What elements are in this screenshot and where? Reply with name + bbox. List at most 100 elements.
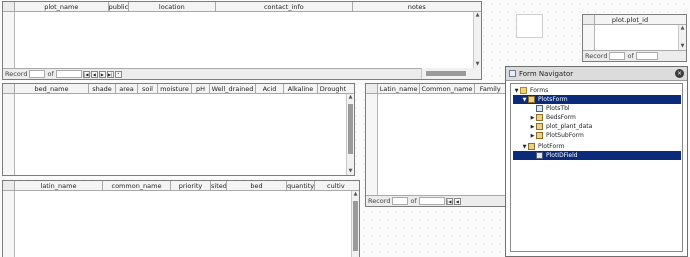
row-header-column[interactable] — [3, 94, 15, 175]
vertical-scrollbar[interactable]: ▲ ▼ — [473, 12, 481, 68]
last-record-button[interactable]: ▶| — [106, 70, 114, 78]
record-navigation-bar: Record of |◀ ◀ ▶ ▶| * — [3, 68, 421, 79]
plots-grid[interactable]: plot_name public location contact_info n… — [2, 1, 482, 80]
column-header[interactable]: soil — [138, 84, 158, 93]
chevron-right-icon[interactable]: ▶ — [529, 124, 536, 130]
scroll-up-icon[interactable]: ▲ — [679, 25, 686, 32]
tree-label: Forms — [530, 87, 549, 94]
form-icon — [528, 143, 535, 150]
tree-node-plotform[interactable]: ▼ PlotForm — [521, 142, 564, 151]
tree-label: PlotsTbl — [546, 105, 570, 112]
first-record-button[interactable]: |◀ — [445, 197, 453, 205]
column-header[interactable]: Common_name — [420, 84, 475, 93]
tree-node-plotidfield[interactable]: PlotIDField — [513, 151, 681, 160]
record-number-field[interactable] — [609, 52, 626, 60]
row-header-column[interactable] — [366, 94, 378, 195]
tree-node-plotsform[interactable]: ▼ PlotsForm — [513, 95, 681, 104]
row-selector-corner[interactable] — [3, 84, 15, 93]
row-selector-corner[interactable] — [3, 2, 15, 11]
plants-grid[interactable]: Latin_name Common_name Family Record of … — [365, 83, 507, 207]
navigator-title: Form Navigator — [519, 69, 574, 78]
next-record-button[interactable]: ▶ — [98, 70, 106, 78]
row-header-column[interactable] — [583, 25, 595, 50]
first-record-button[interactable]: |◀ — [82, 70, 90, 78]
vertical-scrollbar[interactable]: ▲ ▼ — [678, 25, 686, 50]
column-header[interactable]: pH — [192, 84, 210, 93]
column-header[interactable]: common_name — [103, 181, 171, 190]
row-selector-corner[interactable] — [366, 84, 378, 93]
scroll-down-icon[interactable]: ▼ — [347, 168, 354, 175]
column-header[interactable]: Drought — [318, 84, 348, 93]
tree-label: PlotForm — [538, 143, 565, 150]
row-selector-corner[interactable] — [3, 181, 15, 190]
record-label: Record — [585, 52, 608, 60]
grid-header: bed_name shade area soil moisture pH Wel… — [3, 84, 354, 94]
chevron-right-icon[interactable]: ▶ — [529, 133, 536, 139]
column-header[interactable]: Latin_name — [378, 84, 421, 93]
chevron-right-icon[interactable]: ▶ — [529, 115, 536, 121]
new-record-button[interactable]: * — [114, 70, 122, 78]
horizontal-scrollbar[interactable] — [421, 68, 481, 79]
column-header[interactable]: plot.plot_id — [595, 15, 665, 24]
chevron-down-icon[interactable]: ▼ — [521, 144, 528, 150]
column-header[interactable]: bed_name — [15, 84, 89, 93]
record-number-field[interactable] — [29, 70, 46, 78]
column-header[interactable]: Family — [475, 84, 507, 93]
chevron-down-icon[interactable]: ▼ — [513, 88, 520, 94]
grid-header: latin_name common_name priority sited be… — [3, 181, 359, 191]
record-count-field — [55, 70, 82, 78]
folder-icon — [520, 87, 527, 94]
column-header[interactable]: priority — [171, 181, 211, 190]
tree-node-plotstbl[interactable]: PlotsTbl — [536, 104, 570, 113]
column-header[interactable]: cultiv — [315, 181, 345, 190]
form-navigator-window[interactable]: Form Navigator × ▼ Forms ▼ PlotsForm Plo… — [505, 66, 688, 257]
column-header[interactable]: public — [109, 2, 129, 11]
column-header[interactable]: latin_name — [15, 181, 103, 190]
column-header[interactable]: contact_info — [216, 2, 353, 11]
scroll-down-icon[interactable]: ▼ — [474, 61, 481, 68]
empty-control-box[interactable] — [516, 14, 543, 38]
tree-node-bedsform[interactable]: ▶ BedsForm — [529, 113, 576, 122]
previous-record-button[interactable]: ◀ — [90, 70, 98, 78]
scroll-up-icon[interactable]: ▲ — [352, 191, 359, 198]
tree-label: BedsForm — [546, 114, 576, 121]
column-header[interactable]: notes — [353, 2, 481, 11]
tree-node-plotsubform[interactable]: ▶ PlotSubForm — [529, 131, 584, 140]
scroll-up-icon[interactable]: ▲ — [474, 12, 481, 19]
column-header[interactable]: area — [116, 84, 138, 93]
scroll-down-icon[interactable]: ▼ — [679, 43, 686, 50]
column-header[interactable]: moisture — [158, 84, 192, 93]
record-navigation-bar: Record of — [583, 50, 686, 61]
column-header[interactable]: shade — [89, 84, 116, 93]
navigator-titlebar[interactable]: Form Navigator — [506, 67, 687, 81]
tree-node-plot-plant-data[interactable]: ▶ plot_plant_data — [529, 122, 592, 131]
record-number-field[interactable] — [392, 197, 409, 205]
form-icon — [536, 132, 543, 139]
previous-record-button[interactable]: ◀ — [453, 197, 461, 205]
plot-plants-grid[interactable]: latin_name common_name priority sited be… — [2, 180, 360, 257]
row-selector-corner[interactable] — [583, 15, 595, 24]
row-header-column[interactable] — [3, 12, 15, 68]
column-header[interactable]: plot_name — [15, 2, 109, 11]
beds-grid[interactable]: bed_name shade area soil moisture pH Wel… — [2, 83, 355, 176]
navigator-tree[interactable]: ▼ Forms ▼ PlotsForm PlotsTbl ▶ BedsForm … — [510, 83, 683, 252]
tree-node-forms[interactable]: ▼ Forms — [513, 86, 548, 95]
scroll-up-icon[interactable]: ▲ — [347, 94, 354, 101]
column-header[interactable]: location — [129, 2, 217, 11]
column-header[interactable]: bed — [227, 181, 287, 190]
form-icon — [536, 123, 543, 130]
column-header[interactable]: Well_drained — [210, 84, 256, 93]
record-label: Record — [368, 197, 391, 205]
of-label: of — [627, 52, 634, 60]
column-header[interactable]: sited — [211, 181, 227, 190]
column-header[interactable]: quantity — [287, 181, 315, 190]
plot-id-grid[interactable]: plot.plot_id ▲ ▼ Record of — [582, 14, 687, 62]
column-header[interactable]: Alkaline — [284, 84, 318, 93]
grid-header: Latin_name Common_name Family — [366, 84, 506, 94]
chevron-down-icon[interactable]: ▼ — [521, 97, 528, 103]
column-header[interactable]: Acid — [256, 84, 284, 93]
close-icon[interactable]: × — [675, 69, 684, 78]
row-header-column[interactable] — [3, 191, 15, 257]
vertical-scrollbar[interactable]: ▲ ▼ — [346, 94, 354, 175]
vertical-scrollbar[interactable]: ▲ — [351, 191, 359, 257]
